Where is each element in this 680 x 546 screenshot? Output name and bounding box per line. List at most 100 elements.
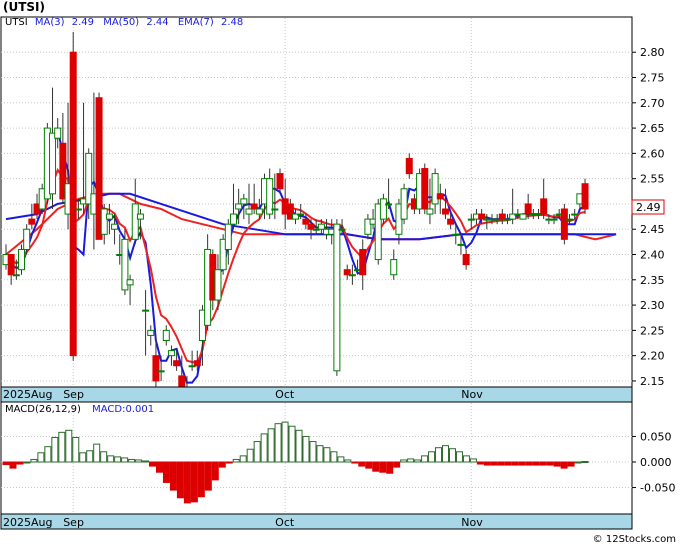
candle-body	[540, 198, 548, 215]
price-tick-label: 2.15	[640, 375, 665, 388]
candle-body	[379, 198, 387, 220]
macd-bar	[30, 458, 38, 463]
macd-bar	[169, 461, 177, 491]
macd-bar	[386, 461, 394, 474]
price-tick-label: 2.35	[640, 274, 665, 287]
macd-bar	[37, 452, 45, 463]
macd-bar	[58, 431, 66, 463]
candle-body	[498, 213, 506, 220]
candle-body	[152, 355, 160, 382]
candle-body	[519, 213, 527, 220]
macd-bar	[553, 461, 561, 467]
legend-ma50-value: 2.44	[146, 17, 168, 28]
x-axis-label: 2025Aug	[3, 516, 52, 529]
candle-body	[147, 329, 155, 336]
x-axis-label: Nov	[461, 388, 483, 401]
macd-legend: MACD(26,12,9) MACD:0.001	[5, 404, 154, 415]
macd-bar	[323, 447, 331, 463]
candle-body	[126, 279, 134, 286]
candle-body	[550, 218, 558, 221]
macd-bar	[44, 446, 52, 463]
macd-bar	[525, 461, 533, 466]
candle-body	[348, 274, 356, 277]
candle-body	[250, 203, 258, 210]
price-tick-label: 2.40	[640, 249, 665, 262]
macd-bar	[93, 443, 101, 463]
candle-body	[566, 218, 574, 221]
macd-bar	[539, 461, 547, 466]
macd-bar	[448, 448, 456, 463]
candle-body	[405, 157, 413, 175]
macd-y-axis: 0.050 0.000 -0.050	[632, 430, 675, 495]
macd-bar	[260, 433, 268, 463]
macd-bar	[288, 425, 296, 463]
macd-bar	[295, 429, 303, 463]
macd-bar	[197, 461, 205, 498]
candle-body	[271, 208, 279, 211]
macd-legend-label: MACD(26,12,9)	[5, 404, 81, 415]
candle-body	[193, 360, 201, 367]
legend-ema7-label: EMA(7)	[178, 17, 214, 28]
candle-body	[111, 223, 119, 230]
macd-bar	[183, 461, 191, 504]
macd-bar	[135, 459, 143, 463]
price-tick-label: 2.65	[640, 122, 665, 135]
candle-body	[400, 188, 408, 220]
macd-bar	[114, 456, 122, 463]
price-tick-label: 2.20	[640, 350, 665, 363]
macd-bar	[65, 429, 73, 463]
macd-bar	[274, 423, 282, 463]
x-axis-label: Nov	[461, 516, 483, 529]
macd-bar	[414, 459, 422, 463]
price-tick-label: 2.80	[640, 46, 665, 59]
candle-body	[333, 223, 341, 372]
candle-body	[441, 208, 449, 215]
price-x-axis-band	[0, 386, 633, 403]
macd-bar	[86, 450, 94, 463]
macd-bar	[344, 459, 352, 463]
macd-bar	[190, 461, 198, 503]
candle-body	[297, 213, 305, 216]
candle-body	[18, 248, 26, 271]
watermark: © 12Stocks.com	[593, 534, 676, 545]
legend-ma3-value: 2.49	[72, 17, 94, 28]
macd-bar	[365, 461, 373, 469]
price-tick-label: 2.25	[640, 324, 665, 337]
macd-bar	[176, 461, 184, 499]
macd-bar	[421, 455, 429, 463]
macd-tick-label: -0.050	[640, 482, 675, 495]
candle-body	[524, 203, 532, 215]
macd-bar	[455, 451, 463, 463]
candle-body	[214, 269, 222, 301]
candle-body	[571, 213, 579, 216]
x-axis-label: Sep	[63, 516, 84, 529]
candle-body	[390, 259, 398, 276]
macd-bar	[511, 461, 519, 466]
macd-bar	[337, 456, 345, 463]
candle-body	[431, 173, 439, 205]
macd-bar	[16, 461, 24, 465]
price-tick-label: 2.70	[640, 97, 665, 110]
macd-bar	[149, 461, 157, 467]
candle-body	[235, 203, 243, 210]
macd-bar	[476, 461, 484, 465]
candle-body	[28, 218, 36, 225]
macd-bar	[2, 461, 10, 466]
stock-chart: 2.802.752.702.652.602.552.502.452.402.35…	[0, 0, 676, 545]
macd-bar	[155, 461, 163, 473]
macd-bar	[358, 461, 366, 467]
candle-body	[240, 198, 248, 205]
x-axis-label: Sep	[63, 388, 84, 401]
macd-tick-label: 0.000	[640, 456, 672, 469]
macd-bar	[567, 461, 575, 467]
macd-bar	[483, 461, 491, 466]
macd-bar	[225, 461, 233, 464]
macd-bar	[532, 461, 540, 466]
candle-body	[105, 213, 113, 220]
macd-bar	[232, 458, 240, 463]
macd-bar	[218, 461, 226, 468]
macd-bar	[560, 461, 568, 469]
legend-ma3-label: MA(3)	[35, 17, 65, 28]
candle-body	[229, 213, 237, 225]
candle-body	[421, 168, 429, 210]
